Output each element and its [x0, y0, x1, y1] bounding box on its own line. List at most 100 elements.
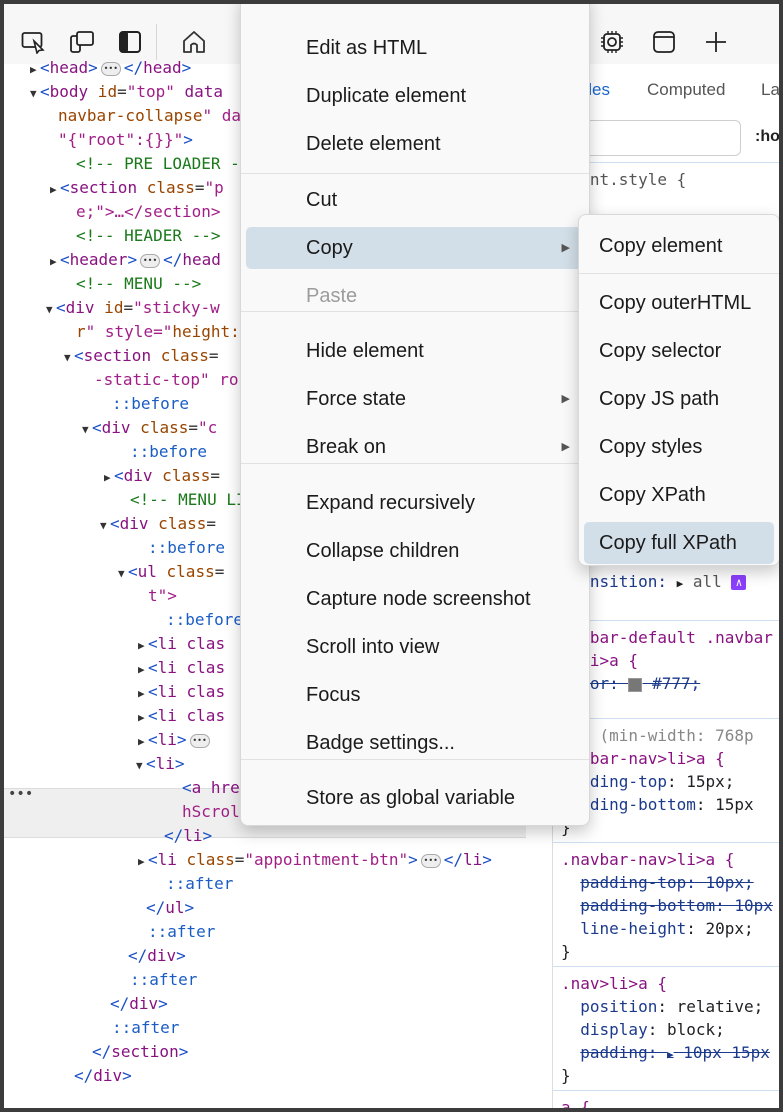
dom-node-line[interactable]: ▶ <section class="p	[50, 176, 224, 200]
expand-triangle-icon[interactable]: ▶	[50, 178, 60, 202]
dom-node-line[interactable]: </div>	[128, 944, 186, 968]
declaration-struck[interactable]: padding: ▶ 10px 15px	[561, 1041, 770, 1066]
submenu-item-copy-xpath[interactable]: Copy XPath	[584, 474, 774, 516]
dom-node-line[interactable]: e;">…</section>	[76, 200, 221, 224]
submenu-item-copy-js-path[interactable]: Copy JS path	[584, 378, 774, 420]
dom-node-line[interactable]: ::before	[112, 392, 189, 416]
expand-triangle-icon[interactable]: ▶	[138, 682, 148, 706]
submenu-item-copy-styles[interactable]: Copy styles	[584, 426, 774, 468]
dom-node-line[interactable]: ::before	[148, 536, 225, 560]
declaration-struck[interactable]: padding-bottom: 10px	[561, 894, 773, 917]
rule-selector[interactable]: .navbar-nav>li>a {	[561, 848, 734, 871]
submenu-item-copy-selector[interactable]: Copy selector	[584, 330, 774, 372]
collapse-triangle-icon[interactable]: ▼	[46, 298, 56, 322]
dom-node-line[interactable]: ▼ <div id="sticky-w	[46, 296, 220, 320]
expand-triangle-icon[interactable]: ▶	[138, 706, 148, 730]
dom-node-line[interactable]: </section>	[92, 1040, 188, 1064]
menu-item-capture-node-screenshot[interactable]: Capture node screenshot	[246, 578, 584, 620]
tab-computed[interactable]: Computed	[647, 80, 725, 100]
dom-node-line[interactable]: ::after	[130, 968, 197, 992]
collapse-triangle-icon[interactable]: ▼	[30, 82, 40, 106]
menu-item-badge-settings[interactable]: Badge settings...	[246, 722, 584, 764]
dom-node-line[interactable]: ▶ <li clas	[138, 704, 225, 728]
menu-item-duplicate-element[interactable]: Duplicate element	[246, 75, 584, 117]
rule-selector[interactable]: .nav>li>a {	[561, 972, 667, 995]
dock-side-icon[interactable]	[116, 28, 144, 56]
rule-selector[interactable]: a {	[561, 1096, 590, 1108]
more-tools-icon[interactable]	[702, 28, 730, 56]
ellipsis-expand-icon[interactable]: •••	[140, 253, 161, 268]
declaration[interactable]: line-height: 20px;	[561, 917, 753, 940]
rule-selector[interactable]: navbar-default .navbar	[561, 626, 773, 649]
dom-node-line[interactable]: ▼ <section class=	[64, 344, 219, 368]
dom-node-line[interactable]: <!-- MENU LI	[130, 488, 246, 512]
performance-insights-icon[interactable]	[598, 28, 626, 56]
dom-node-line[interactable]: navbar-collapse" da	[58, 104, 241, 128]
dom-node-line[interactable]: ▶ <li> •••	[138, 728, 213, 752]
collapse-triangle-icon[interactable]: ▼	[100, 514, 110, 538]
declaration[interactable]: display: block;	[561, 1018, 725, 1041]
dom-node-line[interactable]: ::after	[148, 920, 215, 944]
dom-node-line[interactable]: ▶ <head> ••• </head>	[30, 56, 191, 80]
expand-triangle-icon[interactable]: ▶	[30, 58, 40, 82]
menu-item-expand-recursively[interactable]: Expand recursively	[246, 482, 584, 524]
color-swatch[interactable]	[628, 677, 643, 692]
dom-node-line[interactable]: </div>	[74, 1064, 132, 1088]
declaration-struck[interactable]: padding-top: 10px;	[561, 871, 753, 894]
menu-item-edit-as-html[interactable]: Edit as HTML	[246, 27, 584, 69]
menu-item-focus[interactable]: Focus	[246, 674, 584, 716]
menu-item-cut[interactable]: Cut	[246, 179, 584, 221]
declaration[interactable]: position: relative;	[561, 995, 763, 1018]
dom-node-line[interactable]: <!-- MENU -->	[76, 272, 201, 296]
inspect-element-icon[interactable]	[20, 28, 48, 56]
submenu-item-copy-full-xpath[interactable]: Copy full XPath	[584, 522, 774, 564]
hover-state-toggle[interactable]: :ho	[755, 128, 779, 146]
menu-item-break-on[interactable]: Break on ▶	[246, 426, 584, 468]
dom-node-line[interactable]: "{"root":{}}">	[58, 128, 193, 152]
easing-editor-icon[interactable]: ∧	[731, 575, 747, 590]
dom-node-line[interactable]: ▼ <li>	[136, 752, 185, 776]
collapse-triangle-icon[interactable]: ▼	[118, 562, 128, 586]
dom-node-line[interactable]: -static-top" ro	[94, 368, 239, 392]
menu-item-scroll-into-view[interactable]: Scroll into view	[246, 626, 584, 668]
ellipsis-expand-icon[interactable]: •••	[189, 733, 210, 748]
dom-node-line[interactable]: ▼ <body id="top" data	[30, 80, 223, 104]
menu-item-delete-element[interactable]: Delete element	[246, 123, 584, 165]
device-emulation-icon[interactable]	[68, 28, 96, 56]
dom-node-line[interactable]: </div>	[110, 992, 168, 1016]
node-actions-gutter[interactable]: •••	[8, 784, 33, 804]
menu-item-copy[interactable]: Copy ▶	[246, 227, 584, 269]
welcome-home-icon[interactable]	[180, 28, 208, 56]
collapse-triangle-icon[interactable]: ▼	[136, 754, 146, 778]
menu-item-collapse-children[interactable]: Collapse children	[246, 530, 584, 572]
menu-item-hide-element[interactable]: Hide element	[246, 330, 584, 372]
dom-node-line[interactable]: <!-- PRE LOADER -	[76, 152, 240, 176]
submenu-item-copy-element[interactable]: Copy element	[584, 225, 774, 267]
expand-triangle-icon[interactable]: ▶	[50, 250, 60, 274]
expand-triangle-icon[interactable]: ▶	[138, 850, 148, 874]
dom-node-line[interactable]: ::after	[166, 872, 233, 896]
dom-node-line[interactable]: ▶ <li clas	[138, 656, 225, 680]
dom-node-line[interactable]: <!-- HEADER -->	[76, 224, 221, 248]
expand-triangle-icon[interactable]: ▶	[138, 730, 148, 754]
ellipsis-expand-icon[interactable]: •••	[100, 61, 121, 76]
dom-node-line[interactable]: ▶ <header> ••• </head	[50, 248, 221, 272]
collapse-triangle-icon[interactable]: ▼	[82, 418, 92, 442]
menu-item-store-as-global-variable[interactable]: Store as global variable	[246, 777, 584, 819]
dom-node-line[interactable]: </li>	[164, 824, 212, 848]
ellipsis-expand-icon[interactable]: •••	[420, 853, 441, 868]
dom-node-line[interactable]: ::before	[166, 608, 243, 632]
dom-node-line[interactable]: ▼ <div class=	[100, 512, 216, 536]
dom-node-line[interactable]: t">	[148, 584, 177, 608]
dom-node-line[interactable]: ▶ <li class="appointment-btn"> ••• </li>	[138, 848, 492, 872]
collapse-triangle-icon[interactable]: ▼	[64, 346, 74, 370]
submenu-item-copy-outerhtml[interactable]: Copy outerHTML	[584, 282, 774, 324]
dom-node-line[interactable]: ▶ <div class=	[104, 464, 220, 488]
dom-node-line[interactable]: ▶ <li clas	[138, 680, 225, 704]
tab-layout[interactable]: La	[761, 80, 779, 100]
dom-node-line[interactable]: ::after	[112, 1016, 179, 1040]
dom-node-line[interactable]: ▼ <div class="c	[82, 416, 217, 440]
menu-item-force-state[interactable]: Force state ▶	[246, 378, 584, 420]
dom-node-line[interactable]: r" style="height:	[76, 320, 240, 344]
expand-triangle-icon[interactable]: ▶	[138, 634, 148, 658]
